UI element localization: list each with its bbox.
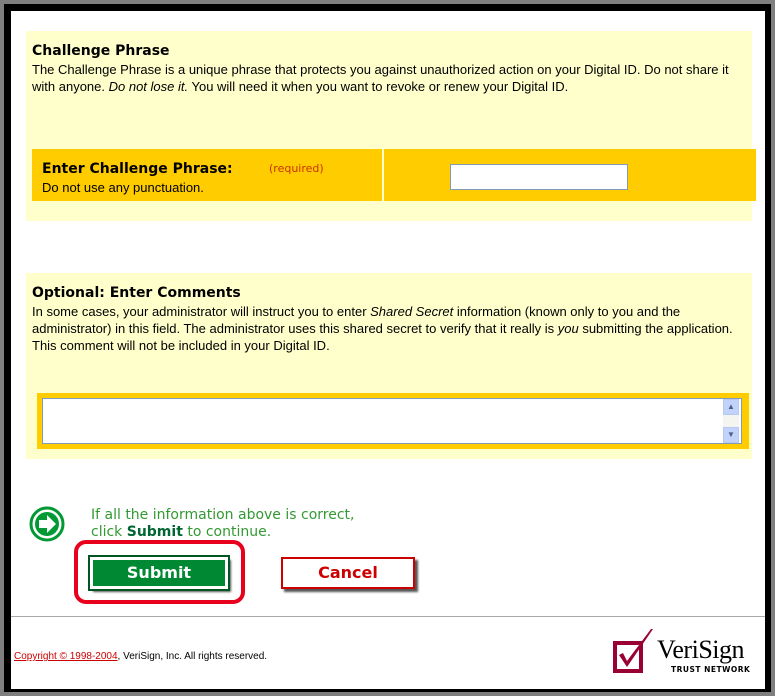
verisign-logo: VeriSign TRUST NETWORK xyxy=(611,627,761,681)
challenge-phrase-row: Enter Challenge Phrase: (required) Do no… xyxy=(32,149,756,201)
comments-scrollbar[interactable]: ▲ ▼ xyxy=(723,399,739,443)
comments-textarea[interactable] xyxy=(42,398,742,444)
cell-divider xyxy=(382,149,384,201)
challenge-description: The Challenge Phrase is a unique phrase … xyxy=(32,62,729,94)
footer-divider xyxy=(11,616,765,617)
logo-tagline: TRUST NETWORK xyxy=(671,665,751,674)
window-frame: Challenge Phrase The Challenge Phrase is… xyxy=(4,4,771,692)
challenge-phrase-input[interactable] xyxy=(450,164,628,190)
comments-field-container: ▲ ▼ xyxy=(37,393,749,449)
checkmark-logo-icon xyxy=(613,629,653,673)
copyright-link[interactable]: Copyright © 1998-2004 xyxy=(14,651,118,662)
challenge-label-cell: Enter Challenge Phrase: (required) Do no… xyxy=(32,149,380,201)
cancel-button[interactable]: Cancel xyxy=(281,557,415,589)
required-note: (required) xyxy=(269,162,324,175)
challenge-title: Challenge Phrase xyxy=(32,43,170,59)
submit-button[interactable]: Submit xyxy=(90,557,228,589)
right-arrow-circle-icon xyxy=(29,506,65,542)
comments-section: Optional: Enter Comments In some cases, … xyxy=(26,273,752,459)
proceed-instructions: If all the information above is correct,… xyxy=(91,507,355,540)
comments-description: In some cases, your administrator will i… xyxy=(32,304,733,353)
scroll-up-icon[interactable]: ▲ xyxy=(723,399,739,415)
footer-copyright: Copyright © 1998-2004, VeriSign, Inc. Al… xyxy=(14,651,268,662)
challenge-field-hint: Do not use any punctuation. xyxy=(42,180,204,195)
comments-title: Optional: Enter Comments xyxy=(32,285,241,301)
challenge-section: Challenge Phrase The Challenge Phrase is… xyxy=(26,31,756,221)
logo-name: VeriSign xyxy=(657,635,745,664)
challenge-field-label: Enter Challenge Phrase: xyxy=(42,161,233,177)
scroll-down-icon[interactable]: ▼ xyxy=(723,427,739,443)
page-content: Challenge Phrase The Challenge Phrase is… xyxy=(11,11,765,689)
